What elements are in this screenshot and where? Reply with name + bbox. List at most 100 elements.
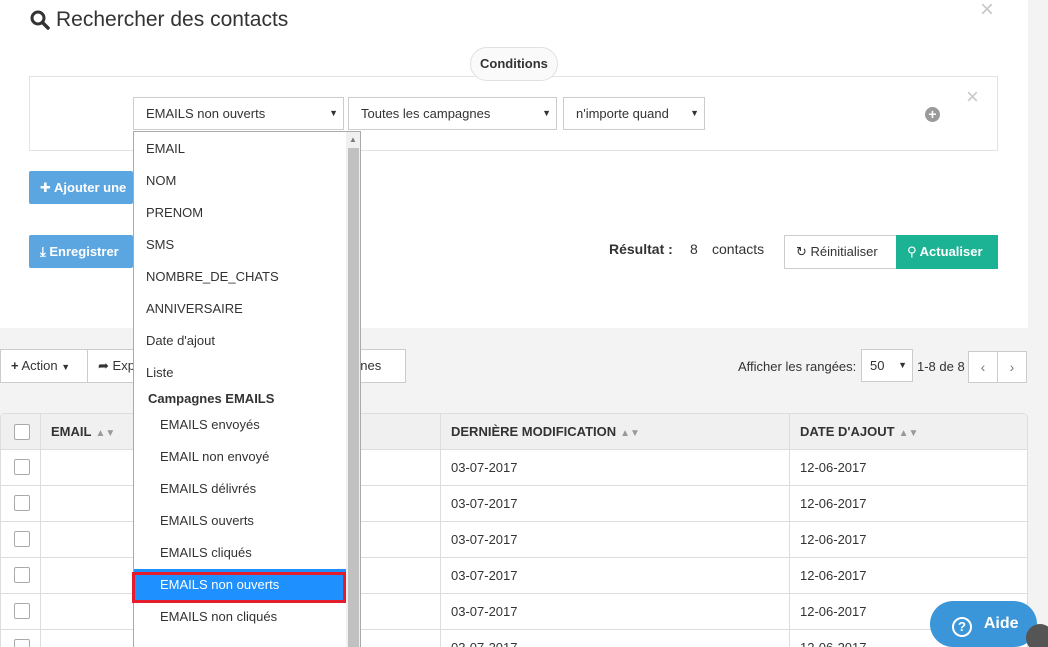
chevron-down-icon: ▼: [542, 108, 551, 118]
cell-modified: 03-07-2017: [451, 568, 518, 583]
refresh-icon: ↻: [796, 244, 807, 259]
cell-modified: 03-07-2017: [441, 630, 518, 647]
pager-info: 1-8 de 8: [917, 359, 965, 374]
chevron-down-icon: ▼: [690, 108, 699, 118]
column-divider: [40, 558, 41, 593]
dropdown-option[interactable]: ANNIVERSAIRE: [134, 293, 346, 325]
column-header-modified-label: DERNIÈRE MODIFICATION: [451, 424, 617, 439]
cell-added: 12-06-2017: [800, 568, 867, 583]
reset-label: Réinitialiser: [810, 244, 878, 259]
row-checkbox[interactable]: [14, 567, 30, 583]
next-page-button[interactable]: ›: [997, 351, 1027, 383]
selection-highlight: [132, 572, 346, 603]
prev-page-button[interactable]: ‹: [968, 351, 998, 383]
column-header-added[interactable]: DATE D'AJOUT ▲▼: [790, 414, 918, 450]
dropdown-option[interactable]: NOMBRE_DE_CHATS: [134, 261, 346, 293]
dropdown-scroll-thumb[interactable]: [348, 148, 359, 647]
column-divider: [40, 450, 41, 485]
column-header-email[interactable]: EMAIL ▲▼: [41, 414, 115, 450]
row-checkbox[interactable]: [14, 459, 30, 475]
column-divider: [40, 486, 41, 521]
reset-button[interactable]: ↻ Réinitialiser: [784, 235, 897, 269]
scroll-top-button[interactable]: [1026, 624, 1048, 647]
column-header-email-label: EMAIL: [51, 424, 92, 439]
dropdown-option[interactable]: EMAIL: [134, 133, 346, 165]
question-icon: ?: [952, 617, 972, 637]
dropdown-option[interactable]: SMS: [134, 229, 346, 261]
refresh-label: Actualiser: [919, 244, 983, 259]
remove-condition-icon[interactable]: ×: [966, 84, 979, 110]
cell-modified: 03-07-2017: [451, 532, 518, 547]
column-divider: [40, 522, 41, 557]
cell-modified: 03-07-2017: [451, 460, 518, 475]
export-label: Exp: [112, 358, 134, 373]
save-label: Enregistrer: [49, 244, 119, 259]
cell-modified: 03-07-2017: [451, 604, 518, 619]
add-condition-label: Ajouter une: [54, 180, 127, 195]
page-title: Rechercher des contacts: [30, 8, 288, 32]
cell-added: 12-06-2017: [800, 532, 867, 547]
refresh-button[interactable]: ⚲ Actualiser: [896, 235, 998, 269]
search-icon: [30, 10, 50, 30]
condition-campaign-value: Toutes les campagnes: [361, 106, 491, 121]
rows-per-page-label: Afficher les rangées:: [738, 359, 857, 374]
sort-icon: ▲▼: [898, 428, 919, 439]
dropdown-option[interactable]: EMAILS non cliqués: [134, 601, 346, 633]
chevron-down-icon: ▼: [898, 360, 907, 370]
column-divider: [40, 594, 41, 629]
page-title-text: Rechercher des contacts: [56, 8, 289, 31]
row-checkbox[interactable]: [14, 495, 30, 511]
action-label: Action: [21, 358, 58, 373]
condition-time-value: n'importe quand: [576, 106, 669, 121]
cell-added: 12-06-2017: [790, 630, 867, 647]
condition-time-select[interactable]: n'importe quand ▼: [563, 97, 705, 130]
dropdown-option[interactable]: Date d'ajout: [134, 325, 346, 357]
row-checkbox[interactable]: [14, 603, 30, 619]
save-button[interactable]: ⤓ Enregistrer: [29, 235, 133, 268]
cell-added: 12-06-2017: [800, 496, 867, 511]
export-button[interactable]: ➦ Exp: [87, 349, 134, 383]
dropdown-option[interactable]: EMAILS ouverts: [134, 505, 346, 537]
dropdown-option[interactable]: PRENOM: [134, 197, 346, 229]
dropdown-scrollbar[interactable]: ▲: [346, 132, 360, 647]
help-label: Aide: [983, 615, 1019, 632]
download-icon: ⤓: [40, 244, 46, 259]
scroll-up-icon[interactable]: ▲: [349, 135, 357, 144]
condition-campaign-select[interactable]: Toutes les campagnes ▼: [348, 97, 557, 130]
close-icon[interactable]: ×: [980, 0, 994, 24]
cell-added: 12-06-2017: [800, 460, 867, 475]
column-header-modified[interactable]: DERNIÈRE MODIFICATION ▲▼: [441, 414, 640, 450]
condition-field-select[interactable]: EMAILS non ouverts ▼: [133, 97, 344, 130]
add-condition-icon[interactable]: +: [925, 107, 940, 122]
cell-modified: 03-07-2017: [451, 496, 518, 511]
rows-per-page-value: 50: [870, 358, 885, 373]
result-label: Résultat :: [609, 241, 673, 257]
conditions-label: Conditions: [470, 47, 558, 81]
action-button[interactable]: + Action ▼: [0, 349, 88, 383]
share-icon: ➦: [98, 358, 109, 373]
help-button[interactable]: ? Aide: [930, 601, 1037, 647]
column-header-added-label: DATE D'AJOUT: [800, 424, 895, 439]
row-checkbox[interactable]: [14, 531, 30, 547]
dropdown-option[interactable]: NOM: [134, 165, 346, 197]
cell-added: 12-06-2017: [800, 604, 867, 619]
chevron-down-icon: ▼: [329, 108, 338, 118]
dropdown-option[interactable]: EMAILS envoyés: [134, 409, 346, 441]
plus-icon: ✚: [40, 180, 51, 195]
dropdown-option[interactable]: EMAIL non envoyé: [134, 441, 346, 473]
result-unit: contacts: [712, 241, 765, 257]
dropdown-option[interactable]: EMAILS délivrés: [134, 473, 346, 505]
condition-field-value: EMAILS non ouverts: [146, 106, 266, 121]
field-dropdown-list[interactable]: EMAIL NOM PRENOM SMS NOMBRE_DE_CHATS ANNIVERS…: [133, 131, 361, 647]
dropdown-option[interactable]: EMAILS cliqués: [134, 537, 346, 569]
row-checkbox[interactable]: [14, 639, 30, 647]
select-all-checkbox[interactable]: [14, 424, 30, 440]
search-icon: ⚲: [907, 244, 917, 259]
caret-down-icon: ▼: [61, 362, 71, 372]
column-divider: [40, 630, 41, 647]
rows-per-page-select[interactable]: 50 ▼: [861, 349, 913, 382]
sort-icon: ▲▼: [620, 428, 640, 439]
sort-icon: ▲▼: [95, 428, 116, 439]
plus-icon: +: [11, 358, 19, 373]
add-condition-button[interactable]: ✚ Ajouter une: [29, 171, 133, 204]
